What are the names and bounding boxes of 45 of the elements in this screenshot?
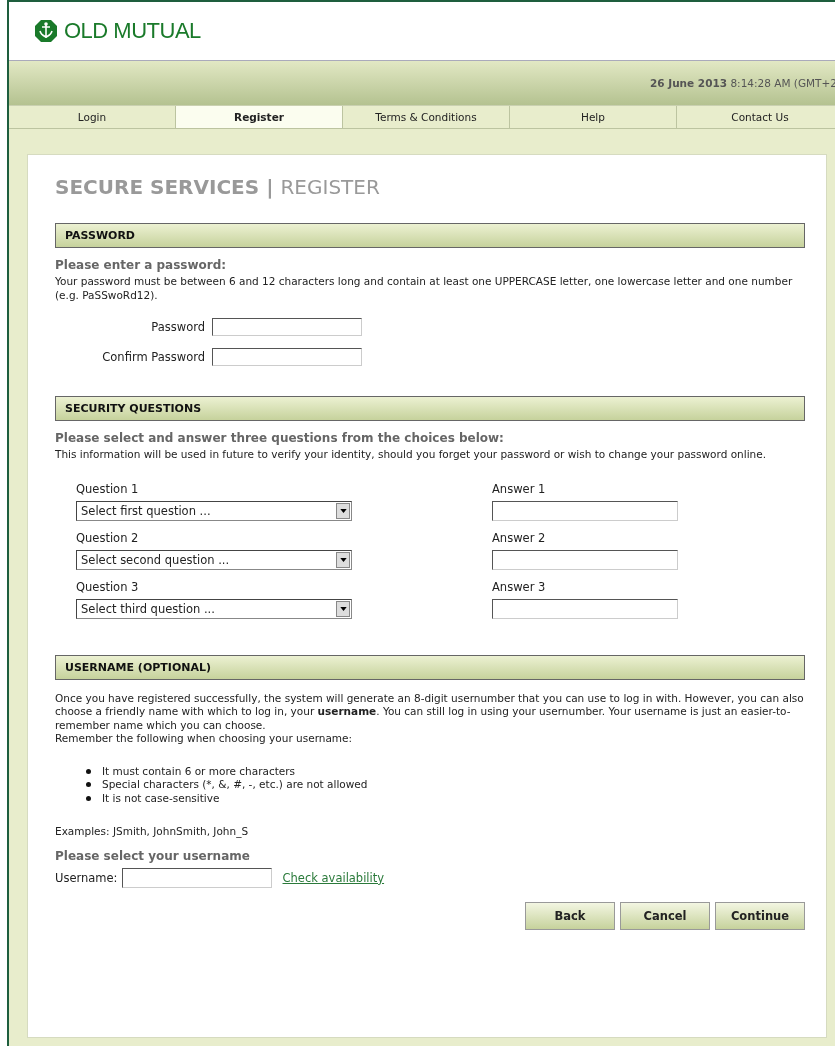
section-heading: PASSWORD bbox=[55, 223, 805, 248]
info-text: Once you have registered successfully, the system will generate an 8-digit usernumber that you can use to log in with. However, you can also choose a friendly name with which to log in, your username. You can still log in using your usernumber. Your username is just an easier-to-remember name which you can choose. bbox=[55, 691, 805, 732]
field-label: Username: bbox=[55, 870, 118, 885]
question-dropdown[interactable]: Select first question ... bbox=[76, 500, 352, 521]
form-button[interactable]: Back bbox=[525, 901, 615, 930]
examples-text: Examples: JSmith, JohnSmith, John_S bbox=[55, 825, 250, 839]
username-field[interactable] bbox=[121, 867, 272, 888]
section-prompt: Please select your username bbox=[55, 848, 251, 863]
rule-text: Special characters (*, &, #, -, etc.) are not allowed bbox=[102, 778, 368, 792]
section-heading: USERNAME (OPTIONAL) bbox=[55, 654, 805, 680]
answer-field[interactable] bbox=[492, 549, 678, 570]
question-dropdown[interactable]: Select third question ... bbox=[76, 598, 352, 619]
rule-text: It is not case-sensitive bbox=[102, 791, 220, 805]
bullet-icon bbox=[86, 795, 91, 801]
section-prompt: Please select and answer three questions from the choices below: bbox=[55, 431, 505, 445]
page-title: SECURE SERVICES bbox=[55, 175, 260, 199]
info-text: Your password must be between 6 and 12 characters long and contain at least one UPPERCASE letter, one lowercase letter and one number (e.g. PaSSwoRd12). bbox=[55, 275, 794, 302]
info-text: Remember the following when choosing your username: bbox=[55, 732, 354, 746]
logo-text: OLD MUTUAL bbox=[64, 18, 201, 44]
field-label: Answer 1 bbox=[492, 481, 547, 496]
field-label: Answer 3 bbox=[492, 579, 547, 594]
answer-field[interactable] bbox=[492, 500, 678, 521]
section-prompt: Please enter a password: bbox=[55, 258, 228, 272]
section-heading: SECURITY QUESTIONS bbox=[55, 396, 805, 421]
field-label: Password bbox=[150, 320, 205, 334]
answer-field[interactable] bbox=[492, 598, 678, 619]
form-button[interactable]: Cancel bbox=[620, 901, 710, 930]
logo-icon bbox=[34, 19, 58, 43]
form-button[interactable]: Continue bbox=[715, 901, 805, 930]
info-text: This information will be used in future to verify your identity, should you forget your password or wish to change your password online. bbox=[55, 448, 768, 462]
bullet-icon bbox=[86, 768, 91, 774]
rule-text: It must contain 6 or more characters bbox=[102, 764, 296, 778]
page-subtitle: REGISTER bbox=[280, 175, 380, 199]
password-field[interactable] bbox=[212, 348, 362, 366]
field-label: Question 1 bbox=[76, 481, 140, 496]
title-separator: | bbox=[266, 175, 274, 199]
field-label: Answer 2 bbox=[492, 530, 547, 545]
nav-tab[interactable]: Register bbox=[176, 106, 343, 128]
check-availability-link[interactable]: Check availability bbox=[282, 870, 385, 885]
bullet-icon bbox=[86, 782, 91, 788]
question-dropdown[interactable]: Select second question ... bbox=[76, 549, 352, 570]
password-field[interactable] bbox=[212, 318, 362, 336]
field-label: Question 2 bbox=[76, 530, 140, 545]
field-label: Confirm Password bbox=[101, 350, 205, 364]
field-label: Question 3 bbox=[76, 579, 140, 594]
